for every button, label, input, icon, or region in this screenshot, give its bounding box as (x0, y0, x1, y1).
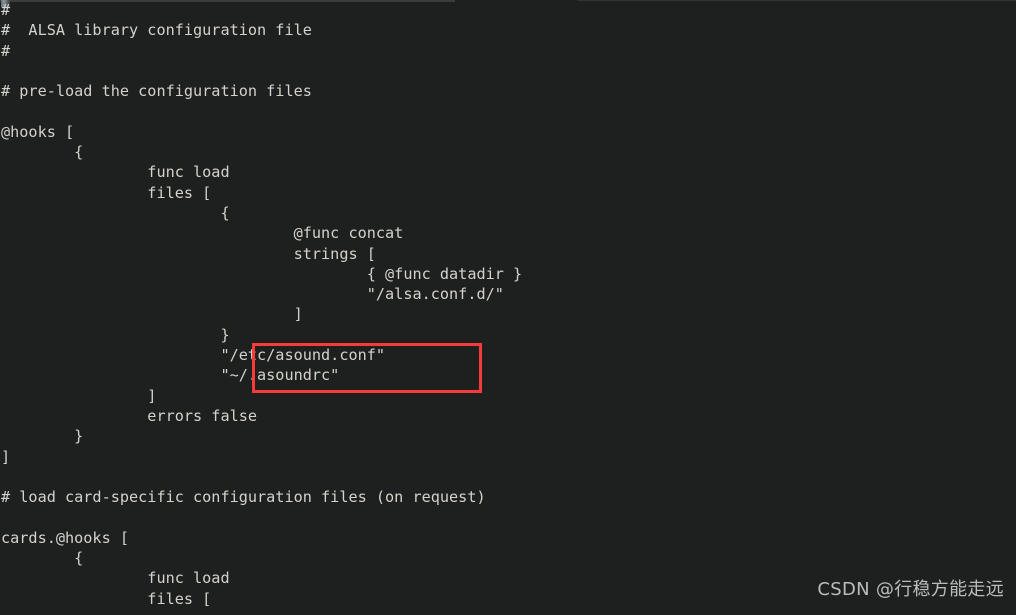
config-file-text: # # ALSA library configuration file # # pr… (0, 0, 1016, 615)
code-line: ] (1, 386, 157, 405)
code-line: { (1, 143, 84, 162)
code-line: files [ (1, 183, 212, 202)
code-line: "/etc/asound.conf" (1, 346, 386, 365)
code-line: # ALSA library configuration file (1, 21, 312, 40)
code-line: errors false (1, 406, 258, 425)
terminal-window: # # ALSA library configuration file # # pr… (0, 0, 1016, 615)
code-line: @hooks [ (1, 122, 75, 141)
code-line: # (1, 1, 11, 19)
code-line: { (1, 203, 230, 222)
code-line: } (1, 427, 84, 446)
code-line: } (1, 325, 230, 344)
code-line: ] (1, 305, 303, 324)
code-line: # (1, 41, 11, 60)
code-line: @func concat (1, 224, 404, 243)
code-line: { (1, 549, 84, 568)
code-line: "~/.asoundrc" (1, 366, 340, 385)
code-line: # load card-specific configuration files… (1, 488, 486, 507)
code-line: strings [ (1, 244, 376, 263)
code-line: "/alsa.conf.d/" (1, 285, 504, 304)
code-line: ] (1, 447, 11, 466)
csdn-watermark: CSDN @行稳方能走远 (817, 579, 1004, 600)
code-line: cards.@hooks [ (1, 528, 130, 547)
code-line: { @func datadir } (1, 264, 523, 283)
code-line: # pre-load the configuration files (1, 82, 312, 101)
code-line: func load (1, 163, 230, 182)
